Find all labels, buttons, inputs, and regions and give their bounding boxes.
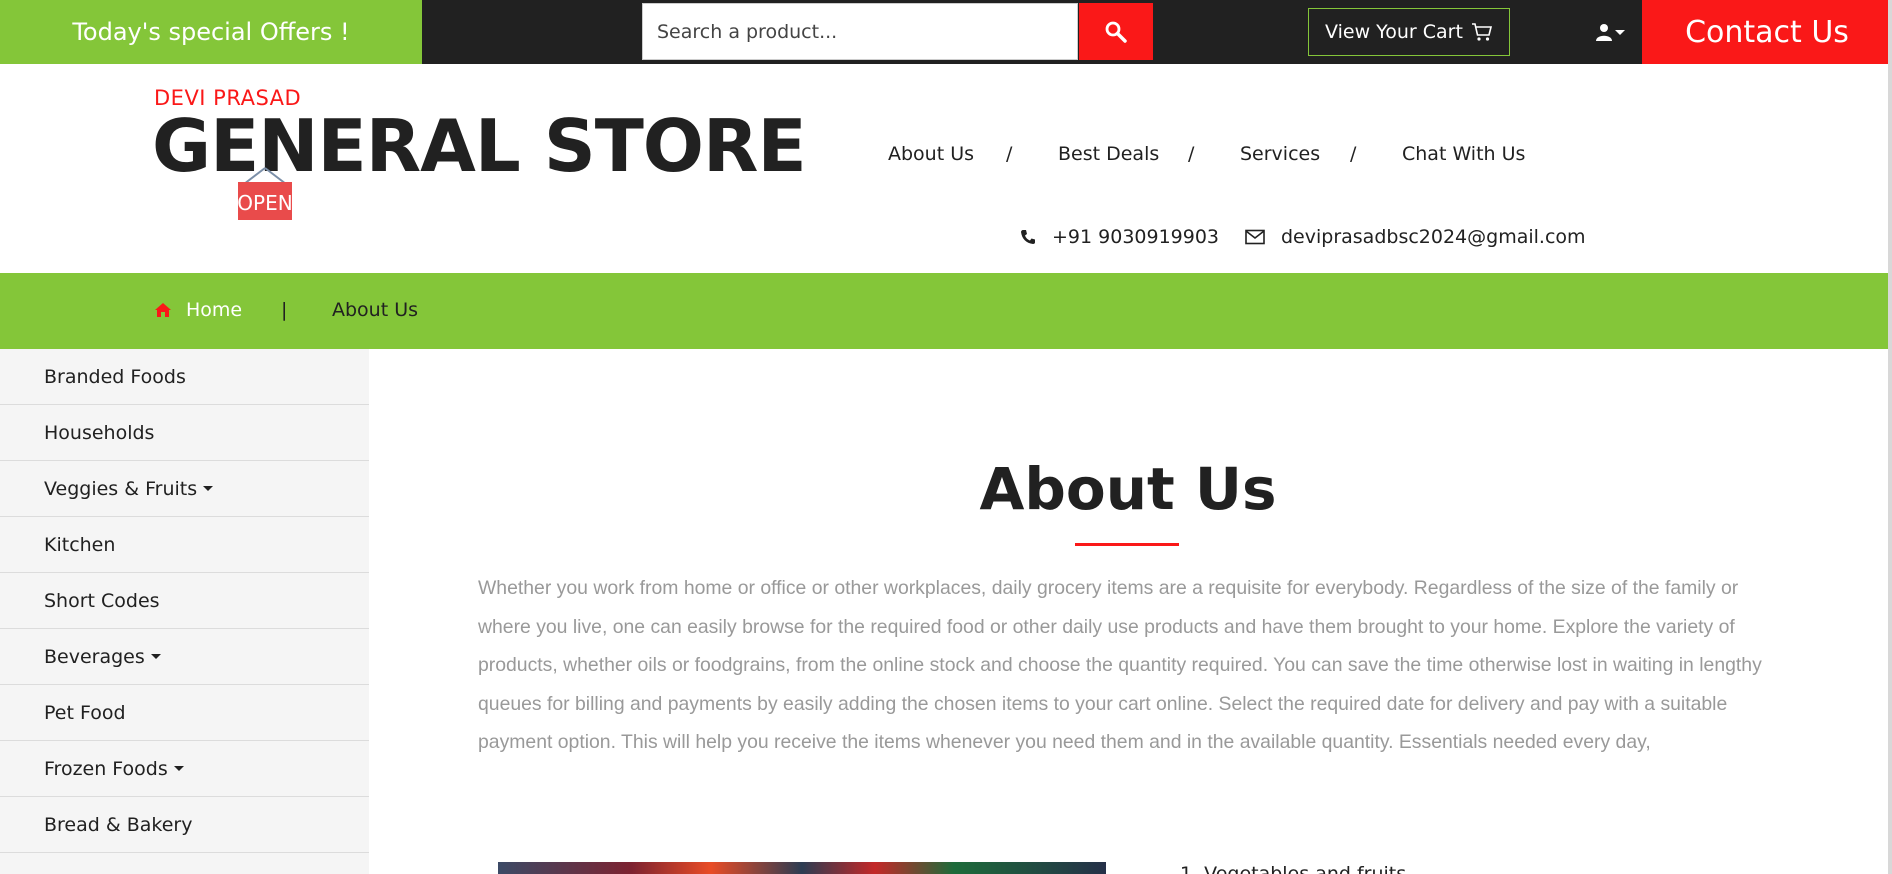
sidebar-item-frozen-foods[interactable]: Frozen Foods bbox=[0, 741, 369, 797]
sidebar-item-veggies-fruits[interactable]: Veggies & Fruits bbox=[0, 461, 369, 517]
search-button[interactable] bbox=[1079, 3, 1153, 60]
svg-text:OPEN: OPEN bbox=[237, 191, 292, 215]
phone-contact: +91 9030919903 bbox=[1020, 226, 1219, 248]
caret-down-icon bbox=[203, 486, 214, 491]
user-menu-dropdown[interactable] bbox=[1596, 18, 1630, 46]
contact-us-button[interactable]: Contact Us bbox=[1642, 0, 1892, 64]
caret-down-icon bbox=[150, 654, 161, 659]
sidebar-item-label: Branded Foods bbox=[44, 365, 186, 388]
sidebar-item-branded-foods[interactable]: Branded Foods bbox=[0, 349, 369, 405]
phone-number: +91 9030919903 bbox=[1052, 226, 1220, 248]
list-item: 1. Vegetables and fruits bbox=[1180, 863, 1407, 874]
phone-icon bbox=[1021, 230, 1035, 244]
cart-label: View Your Cart bbox=[1325, 21, 1463, 43]
sidebar-item-label: Households bbox=[44, 421, 155, 444]
category-sidebar: Branded Foods Households Veggies & Fruit… bbox=[0, 349, 369, 874]
nav-separator: / bbox=[1188, 143, 1195, 165]
nav-best-deals[interactable]: Best Deals bbox=[1058, 143, 1159, 165]
envelope-icon bbox=[1245, 229, 1265, 245]
nav-services[interactable]: Services bbox=[1240, 143, 1320, 165]
email-address[interactable]: deviprasadbsc2024@gmail.com bbox=[1281, 226, 1586, 248]
sidebar-item-pet-food[interactable]: Pet Food bbox=[0, 685, 369, 741]
breadcrumb-home-label: Home bbox=[186, 299, 243, 321]
page-title: About Us bbox=[979, 455, 1277, 523]
sidebar-item-label: Beverages bbox=[44, 645, 145, 668]
about-paragraph: Whether you work from home or office or … bbox=[478, 577, 1762, 753]
search-placeholder: Search a product... bbox=[657, 20, 838, 43]
page-scrollbar[interactable] bbox=[1888, 0, 1892, 874]
breadcrumb-home[interactable]: Home bbox=[154, 299, 242, 321]
grocery-photo bbox=[498, 862, 1106, 874]
sidebar-item-label: Kitchen bbox=[44, 533, 116, 556]
nav-separator: / bbox=[1350, 143, 1357, 165]
sidebar-item-label: Veggies & Fruits bbox=[44, 477, 198, 500]
sidebar-item-kitchen[interactable]: Kitchen bbox=[0, 517, 369, 573]
sidebar-item-households[interactable]: Households bbox=[0, 405, 369, 461]
title-underline bbox=[1075, 543, 1179, 546]
breadcrumb-separator: | bbox=[281, 299, 288, 321]
special-offers-banner[interactable]: Today's special Offers ! bbox=[0, 0, 422, 64]
breadcrumb-current: About Us bbox=[332, 299, 419, 321]
caret-down-icon bbox=[173, 766, 184, 771]
sidebar-item-label: Short Codes bbox=[44, 589, 160, 612]
nav-chat-with-us[interactable]: Chat With Us bbox=[1402, 143, 1525, 165]
sidebar-item-label: Bread & Bakery bbox=[44, 813, 193, 836]
view-cart-button[interactable]: View Your Cart bbox=[1308, 8, 1510, 56]
cart-icon bbox=[1471, 23, 1492, 41]
email-contact: deviprasadbsc2024@gmail.com bbox=[1245, 226, 1586, 248]
nav-separator: / bbox=[1006, 143, 1013, 165]
user-icon bbox=[1596, 24, 1612, 41]
nav-about-us[interactable]: About Us bbox=[888, 143, 974, 165]
home-icon bbox=[155, 303, 171, 317]
sidebar-item-beverages[interactable]: Beverages bbox=[0, 629, 369, 685]
sidebar-item-label: Pet Food bbox=[44, 701, 126, 724]
chevron-down-icon bbox=[1615, 29, 1625, 35]
open-sign-logo: OPEN bbox=[237, 167, 293, 220]
search-icon bbox=[1105, 21, 1127, 43]
sidebar-item-bread-bakery[interactable]: Bread & Bakery bbox=[0, 797, 369, 853]
sidebar-item-label: Frozen Foods bbox=[44, 757, 168, 780]
sidebar-item-short-codes[interactable]: Short Codes bbox=[0, 573, 369, 629]
search-input[interactable]: Search a product... bbox=[642, 3, 1078, 60]
